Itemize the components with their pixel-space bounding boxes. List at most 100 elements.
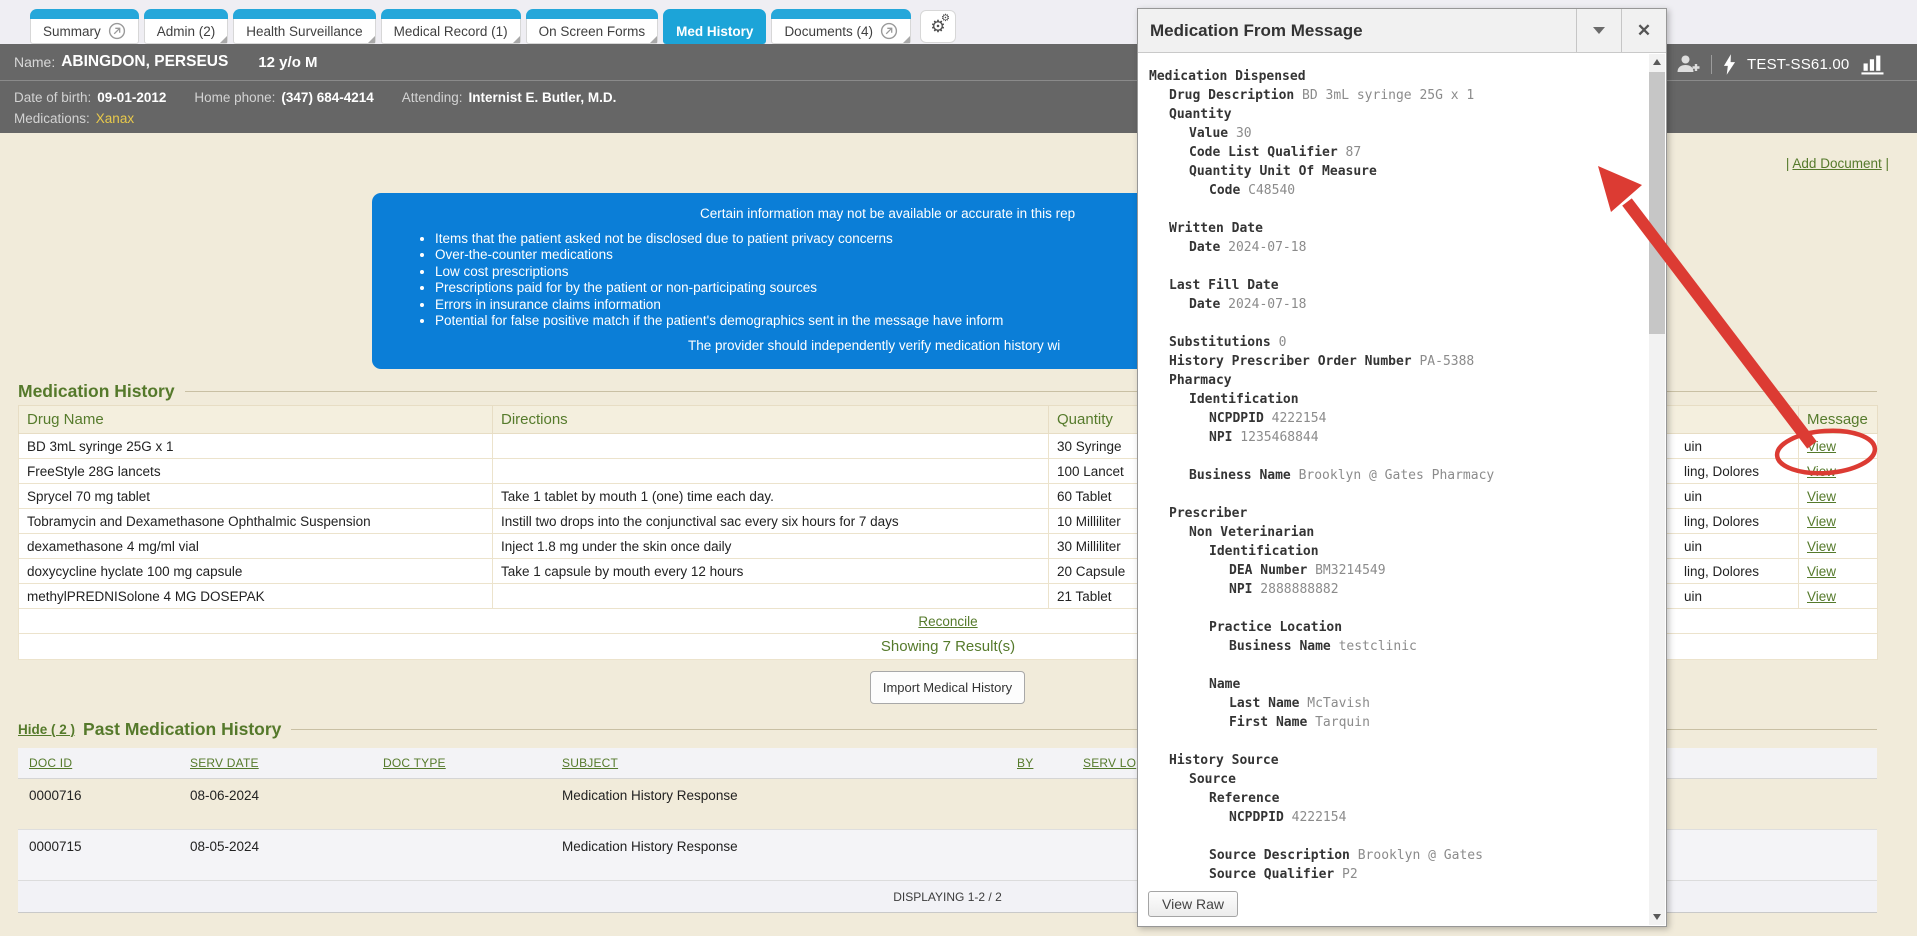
modal-field-label: Code List Qualifier bbox=[1189, 145, 1338, 160]
modal-field-label: Medication Dispensed bbox=[1149, 69, 1306, 84]
scroll-down-arrow[interactable] bbox=[1649, 909, 1665, 925]
modal-line: Name bbox=[1149, 675, 1646, 694]
directions-cell bbox=[493, 584, 1049, 609]
view-message-link[interactable]: View bbox=[1807, 464, 1836, 479]
modal-field-label: Prescriber bbox=[1169, 506, 1247, 521]
popout-icon[interactable] bbox=[880, 22, 898, 40]
modal-line: Prescriber bbox=[1149, 504, 1646, 523]
modal-field-value: testclinic bbox=[1331, 639, 1417, 654]
tab-body: Med History bbox=[663, 19, 766, 44]
close-icon: ✕ bbox=[1637, 22, 1651, 39]
view-message-link[interactable]: View bbox=[1807, 439, 1836, 454]
modal-field-label: Date bbox=[1189, 240, 1220, 255]
tab-med-history[interactable]: Med History bbox=[663, 9, 766, 44]
view-message-link[interactable]: View bbox=[1807, 539, 1836, 554]
modal-line: Last Name McTavish bbox=[1149, 694, 1646, 713]
col-serv-date[interactable]: SERV DATE bbox=[190, 756, 259, 770]
message-cell: View bbox=[1799, 459, 1878, 484]
modal-line: NCPDPID 4222154 bbox=[1149, 409, 1646, 428]
modal-field-label: Drug Description bbox=[1169, 88, 1294, 103]
col-doc-type[interactable]: DOC TYPE bbox=[383, 756, 446, 770]
tab-fold-corner bbox=[513, 36, 520, 43]
doc-id-cell: 0000715 bbox=[18, 829, 179, 880]
popout-icon[interactable] bbox=[108, 22, 126, 40]
tab-on-screen-forms[interactable]: On Screen Forms bbox=[526, 9, 659, 44]
add-user-icon[interactable] bbox=[1676, 54, 1700, 74]
chart-icon[interactable] bbox=[1860, 54, 1886, 75]
scroll-thumb[interactable] bbox=[1649, 72, 1665, 334]
tab-label: Summary bbox=[43, 24, 101, 39]
by-cell bbox=[1006, 778, 1072, 829]
modal-field-value: 2888888882 bbox=[1252, 582, 1338, 597]
view-raw-button[interactable]: View Raw bbox=[1148, 891, 1238, 917]
tab-medical-record-1[interactable]: Medical Record (1) bbox=[381, 9, 521, 44]
settings-gear-button[interactable]: ⚙⚙ bbox=[920, 10, 956, 43]
directions-cell: Instill two drops into the conjunctival … bbox=[493, 509, 1049, 534]
reconcile-link[interactable]: Reconcile bbox=[918, 614, 977, 629]
modal-field-value: P2 bbox=[1334, 867, 1357, 882]
modal-line: Business Name testclinic bbox=[1149, 637, 1646, 656]
modal-field-label: NPI bbox=[1209, 430, 1232, 445]
tab-label: Med History bbox=[676, 24, 753, 39]
drug-name-cell: BD 3mL syringe 25G x 1 bbox=[19, 434, 493, 459]
modal-line: Date 2024-07-18 bbox=[1149, 295, 1646, 314]
lightning-icon[interactable] bbox=[1723, 54, 1736, 75]
tab-body: On Screen Forms bbox=[526, 19, 659, 44]
col-drug-name[interactable]: Drug Name bbox=[19, 406, 493, 434]
view-message-link[interactable]: View bbox=[1807, 589, 1836, 604]
import-medical-history-button[interactable]: Import Medical History bbox=[870, 671, 1025, 704]
modal-field-value: 4222154 bbox=[1264, 411, 1327, 426]
modal-field-label: Value bbox=[1189, 126, 1228, 141]
add-document-row: | Add Document | bbox=[1786, 156, 1889, 171]
tab-documents-4[interactable]: Documents (4) bbox=[771, 9, 911, 44]
tab-summary[interactable]: Summary bbox=[30, 9, 139, 44]
subject-cell: Medication History Response bbox=[551, 829, 1006, 880]
hide-toggle-link[interactable]: Hide ( 2 ) bbox=[18, 722, 75, 737]
medications-label: Medications: bbox=[14, 111, 90, 126]
modal-field-label: Pharmacy bbox=[1169, 373, 1232, 388]
tab-health-surveillance[interactable]: Health Surveillance bbox=[233, 9, 375, 44]
modal-field-value: PA-5388 bbox=[1412, 354, 1475, 369]
modal-field-label: Source Qualifier bbox=[1209, 867, 1334, 882]
col-serv-loc[interactable]: SERV LO bbox=[1083, 756, 1136, 770]
modal-field-label: History Prescriber Order Number bbox=[1169, 354, 1412, 369]
modal-field-label: Identification bbox=[1189, 392, 1299, 407]
modal-scrollbar[interactable] bbox=[1649, 54, 1665, 925]
modal-close-button[interactable]: ✕ bbox=[1621, 9, 1666, 52]
modal-field-value: 2024-07-18 bbox=[1220, 240, 1306, 255]
attending-name: Internist E. Butler, M.D. bbox=[469, 90, 617, 105]
modal-field-label: NCPDPID bbox=[1209, 411, 1264, 426]
modal-line: Drug Description BD 3mL syringe 25G x 1 bbox=[1149, 86, 1646, 105]
modal-field-label: Reference bbox=[1209, 791, 1279, 806]
modal-blank-line bbox=[1149, 827, 1646, 846]
modal-field-value: Brooklyn @ Gates bbox=[1350, 848, 1483, 863]
modal-line: Source Qualifier P2 bbox=[1149, 865, 1646, 884]
tab-admin-2[interactable]: Admin (2) bbox=[144, 9, 229, 44]
view-message-link[interactable]: View bbox=[1807, 564, 1836, 579]
modal-field-value: BM3214549 bbox=[1307, 563, 1385, 578]
by-cell bbox=[1006, 829, 1072, 880]
col-directions[interactable]: Directions bbox=[493, 406, 1049, 434]
modal-field-value: McTavish bbox=[1299, 696, 1369, 711]
modal-line: Code C48540 bbox=[1149, 181, 1646, 200]
scroll-up-arrow[interactable] bbox=[1649, 54, 1665, 70]
col-subject[interactable]: SUBJECT bbox=[562, 756, 618, 770]
add-document-link[interactable]: Add Document bbox=[1792, 156, 1881, 171]
modal-line: Source Description Brooklyn @ Gates bbox=[1149, 846, 1646, 865]
view-message-link[interactable]: View bbox=[1807, 489, 1836, 504]
tab-body: Admin (2) bbox=[144, 19, 229, 44]
modal-field-value: Brooklyn @ Gates Pharmacy bbox=[1291, 468, 1495, 483]
modal-line: History Prescriber Order Number PA-5388 bbox=[1149, 352, 1646, 371]
modal-field-label: Substitutions bbox=[1169, 335, 1271, 350]
medications-link[interactable]: Xanax bbox=[96, 111, 134, 126]
col-doc-id[interactable]: DOC ID bbox=[29, 756, 72, 770]
modal-collapse-button[interactable] bbox=[1576, 9, 1621, 52]
col-message[interactable]: Message bbox=[1799, 406, 1878, 434]
tab-body: Summary bbox=[30, 19, 139, 44]
view-message-link[interactable]: View bbox=[1807, 514, 1836, 529]
modal-line: NPI 1235468844 bbox=[1149, 428, 1646, 447]
paging-text: DISPLAYING 1-2 / 2 bbox=[893, 890, 1002, 904]
doc-type-cell bbox=[372, 778, 551, 829]
name-label: Name: bbox=[14, 54, 55, 70]
col-by[interactable]: BY bbox=[1017, 756, 1033, 770]
